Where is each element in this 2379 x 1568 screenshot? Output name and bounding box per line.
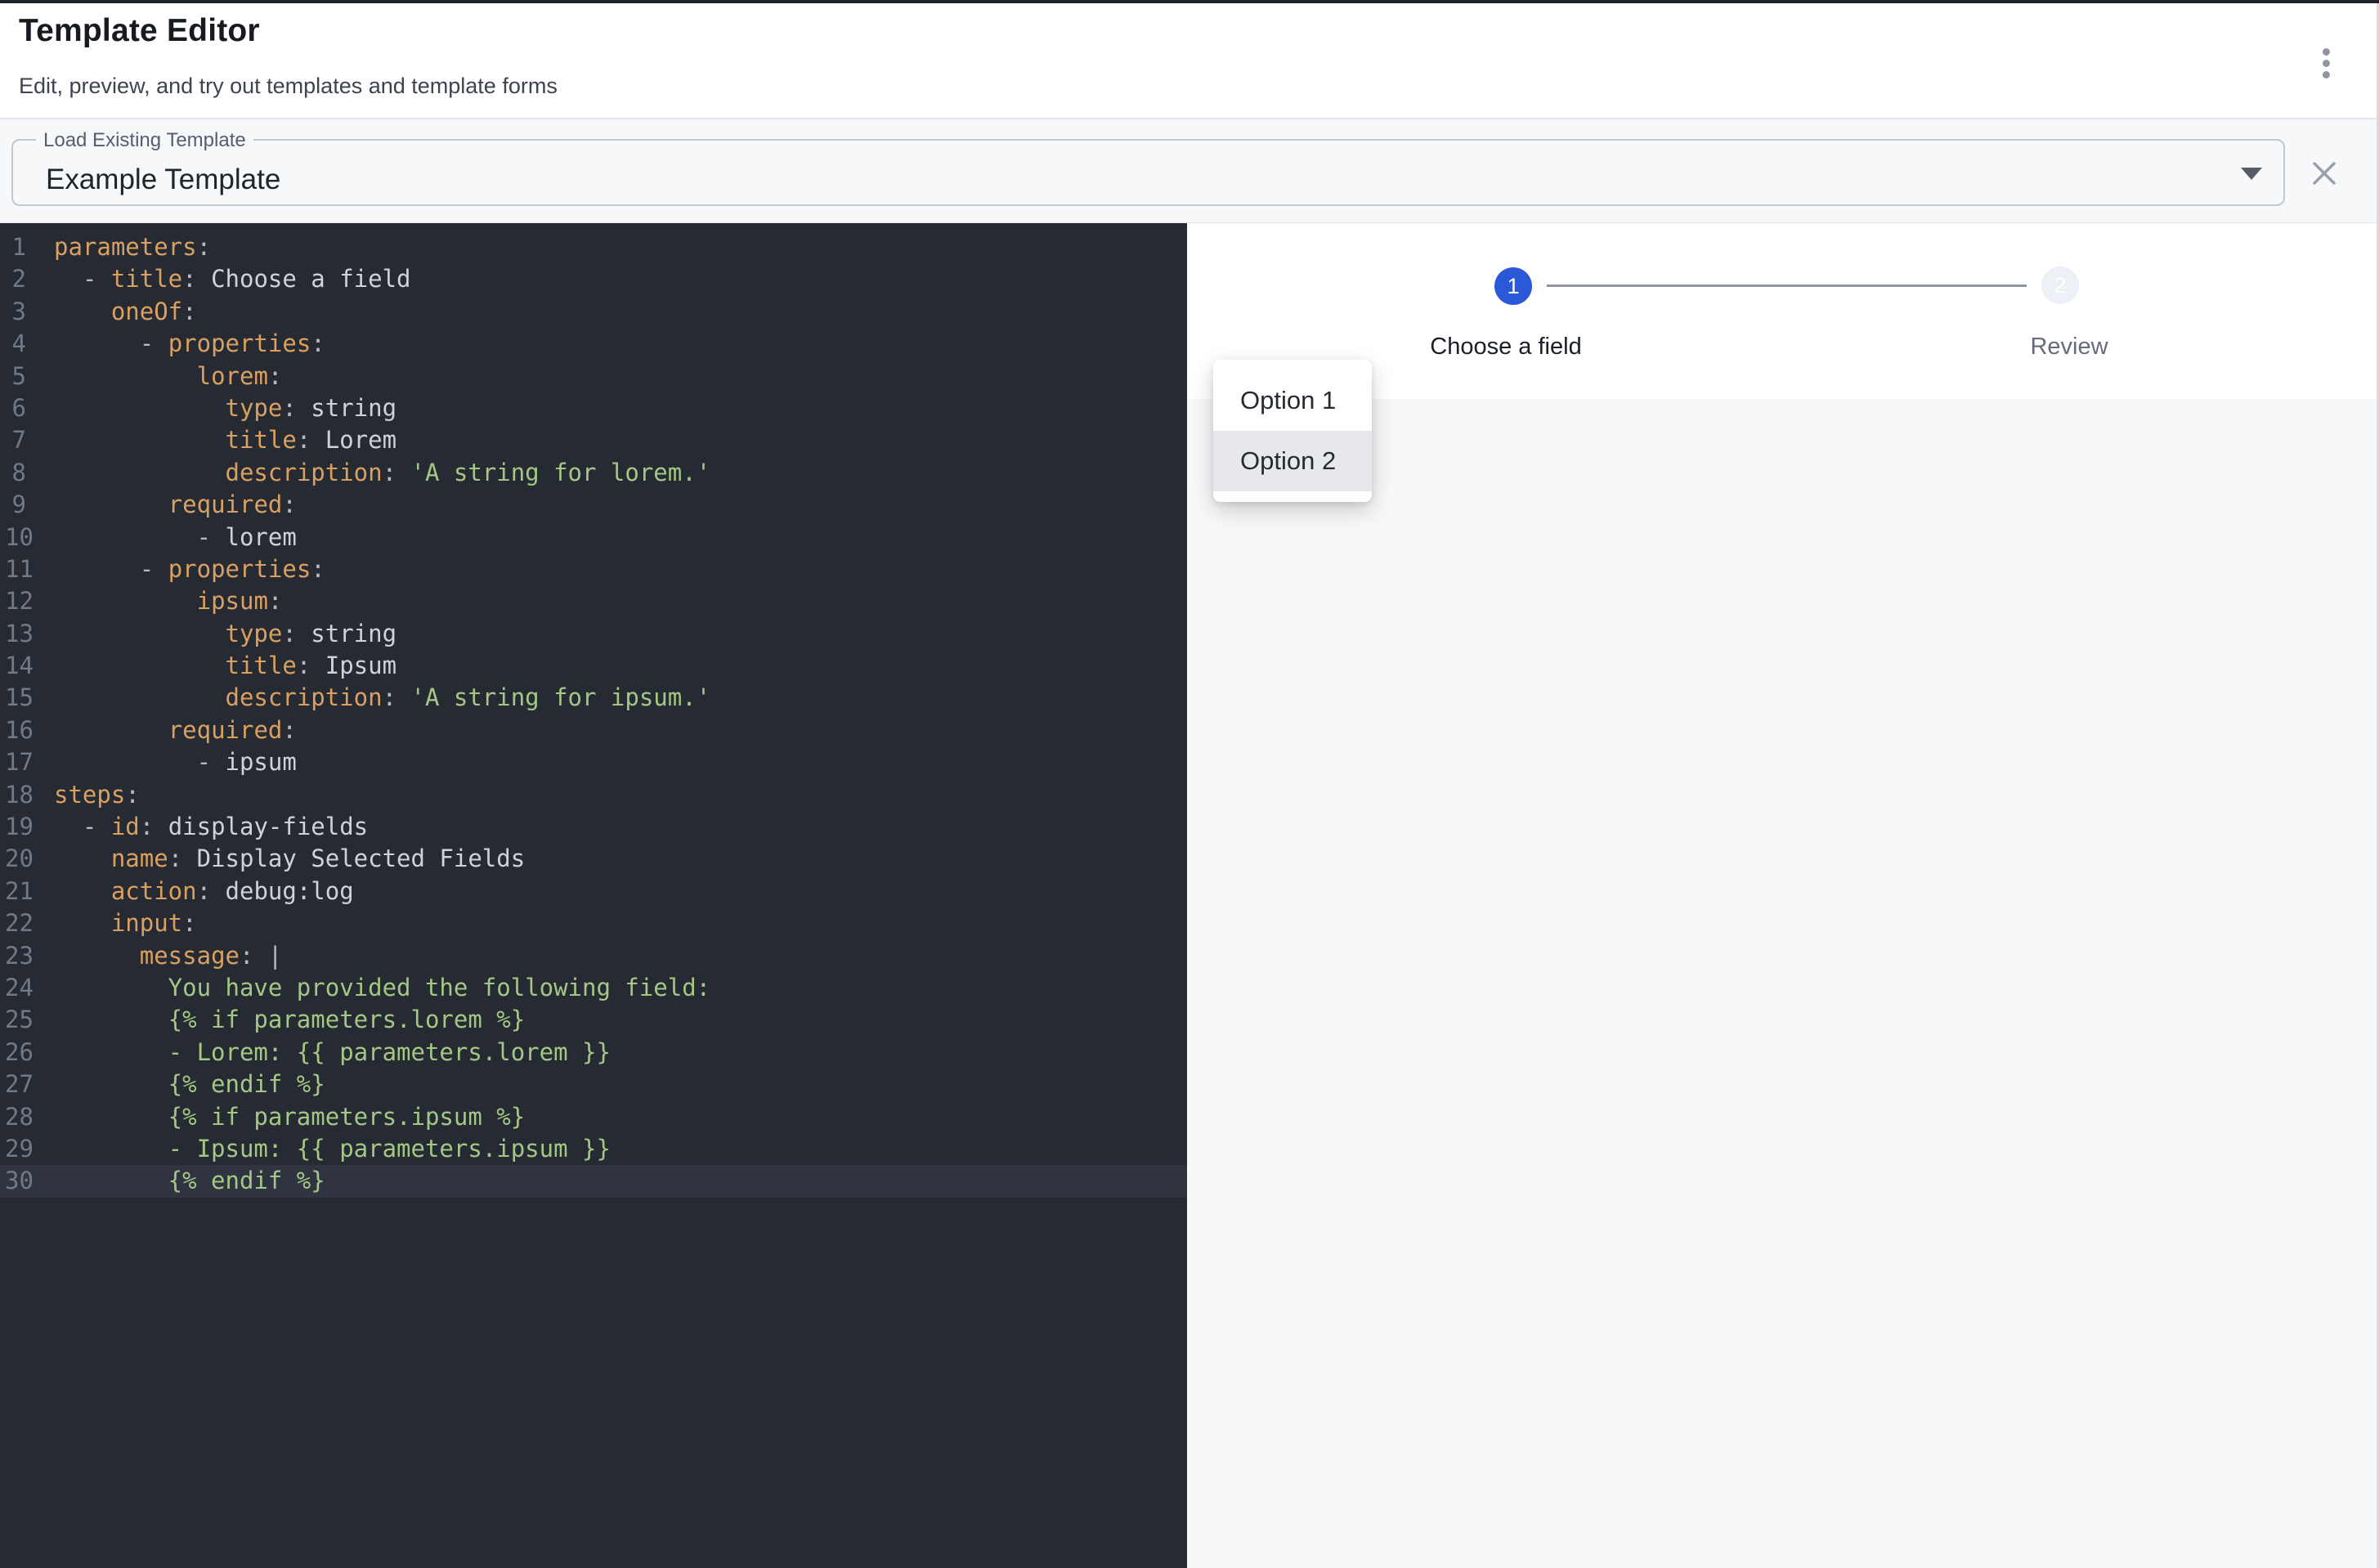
line-number: 10 <box>5 522 26 553</box>
page-header: Template Editor Edit, preview, and try o… <box>0 3 2379 119</box>
code-line: 7 title: Lorem <box>0 424 1187 456</box>
line-number: 28 <box>5 1101 26 1133</box>
code-line: 22 input: <box>0 907 1187 939</box>
step-2-circle: 2 <box>2041 267 2079 304</box>
code-line: 1parameters: <box>0 231 1187 263</box>
code-line: 27 {% endif %} <box>0 1068 1187 1100</box>
line-number: 5 <box>5 361 26 392</box>
code-line: 20 name: Display Selected Fields <box>0 843 1187 875</box>
code-line: 17 - ipsum <box>0 746 1187 778</box>
code-line: 30 {% endif %} <box>0 1165 1187 1197</box>
step-2-number: 2 <box>2054 273 2066 298</box>
line-number: 14 <box>5 650 26 682</box>
code-line: 19 - id: display-fields <box>0 811 1187 843</box>
select-value: Example Template <box>46 164 280 196</box>
line-number: 27 <box>5 1068 26 1100</box>
code-line: 15 description: 'A string for ipsum.' <box>0 682 1187 714</box>
more-options-button[interactable] <box>2297 34 2354 92</box>
clear-template-button[interactable] <box>2301 150 2348 197</box>
code-line: 14 title: Ipsum <box>0 650 1187 682</box>
line-number: 12 <box>5 585 26 617</box>
code-line: 18steps: <box>0 779 1187 811</box>
line-number: 23 <box>5 940 26 972</box>
code-line: 28 {% if parameters.ipsum %} <box>0 1101 1187 1133</box>
code-line: 3 oneOf: <box>0 296 1187 328</box>
close-icon <box>2311 160 2337 186</box>
stepper-connector <box>1547 284 2027 287</box>
chevron-down-icon <box>2241 168 2262 180</box>
code-line: 26 - Lorem: {{ parameters.lorem }} <box>0 1037 1187 1068</box>
load-template-select[interactable]: Load Existing Template Example Template <box>11 139 2285 206</box>
menu-item-option-1[interactable]: Option 1 <box>1213 370 1372 431</box>
line-number: 17 <box>5 746 26 778</box>
line-number: 18 <box>5 779 26 811</box>
template-editor-page: { "header": { "title": "Template Editor"… <box>0 0 2379 1568</box>
step-2-label: Review <box>1906 334 2233 361</box>
template-selector-section: Load Existing Template Example Template <box>0 119 2379 223</box>
code-line: 9 required: <box>0 489 1187 521</box>
kebab-menu-icon <box>2323 48 2330 78</box>
code-line: 21 action: debug:log <box>0 876 1187 907</box>
yaml-code-editor[interactable]: 1parameters:2 - title: Choose a field3 o… <box>0 223 1187 1568</box>
code-line: 2 - title: Choose a field <box>0 263 1187 295</box>
code-line: 12 ipsum: <box>0 585 1187 617</box>
line-number: 6 <box>5 392 26 424</box>
step-1-circle: 1 <box>1494 267 1532 305</box>
code-line: 29 - Ipsum: {{ parameters.ipsum }} <box>0 1133 1187 1165</box>
line-number: 7 <box>5 424 26 456</box>
menu-item-option-2[interactable]: Option 2 <box>1213 431 1372 491</box>
code-line: 16 required: <box>0 715 1187 746</box>
code-line: 11 - properties: <box>0 553 1187 585</box>
line-number: 19 <box>5 811 26 843</box>
line-number: 11 <box>5 553 26 585</box>
page-subtitle: Edit, preview, and try out templates and… <box>19 74 558 99</box>
line-number: 26 <box>5 1037 26 1068</box>
line-number: 8 <box>5 457 26 489</box>
code-line: 23 message: | <box>0 940 1187 972</box>
step-1-number: 1 <box>1507 274 1519 299</box>
page-title: Template Editor <box>19 13 260 49</box>
code-line: 4 - properties: <box>0 328 1187 360</box>
field-options-menu: Option 1Option 2 <box>1213 360 1372 502</box>
line-number: 25 <box>5 1004 26 1036</box>
code-line: 13 type: string <box>0 618 1187 650</box>
line-number: 16 <box>5 715 26 746</box>
line-number: 2 <box>5 263 26 295</box>
line-number: 24 <box>5 972 26 1004</box>
line-number: 30 <box>5 1165 26 1197</box>
code-lines: 1parameters:2 - title: Choose a field3 o… <box>0 231 1187 1198</box>
line-number: 21 <box>5 876 26 907</box>
step-1-label: Choose a field <box>1342 334 1669 361</box>
line-number: 1 <box>5 231 26 263</box>
code-line: 8 description: 'A string for lorem.' <box>0 457 1187 489</box>
select-label: Load Existing Template <box>36 129 253 152</box>
code-line: 10 - lorem <box>0 522 1187 553</box>
line-number: 20 <box>5 843 26 875</box>
line-number: 15 <box>5 682 26 714</box>
line-number: 4 <box>5 328 26 360</box>
line-number: 3 <box>5 296 26 328</box>
line-number: 13 <box>5 618 26 650</box>
code-line: 24 You have provided the following field… <box>0 972 1187 1004</box>
line-number: 29 <box>5 1133 26 1165</box>
line-number: 9 <box>5 489 26 521</box>
code-line: 5 lorem: <box>0 361 1187 392</box>
code-line: 6 type: string <box>0 392 1187 424</box>
code-line: 25 {% if parameters.lorem %} <box>0 1004 1187 1036</box>
line-number: 22 <box>5 907 26 939</box>
